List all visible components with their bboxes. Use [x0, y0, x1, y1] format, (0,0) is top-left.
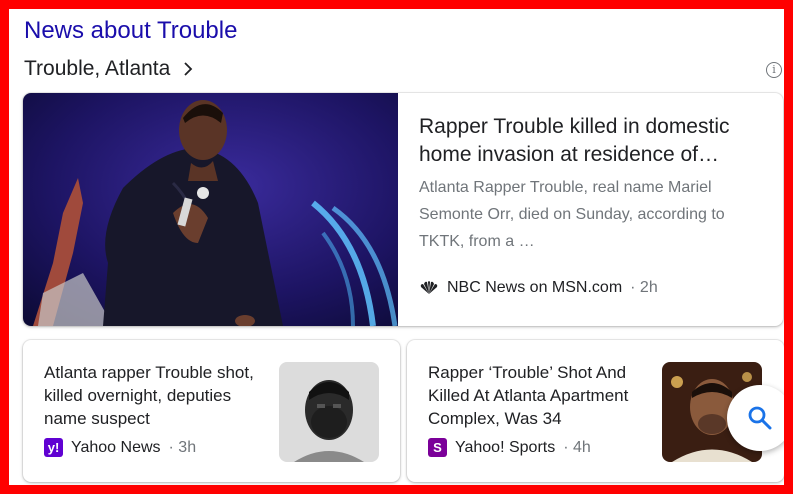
yahoo-news-logo-icon: y! — [44, 438, 63, 457]
source-name: NBC News on MSN.com — [447, 279, 623, 296]
source-name: Yahoo! Sports — [455, 438, 556, 456]
section-heading[interactable]: News about Trouble — [24, 17, 237, 45]
topic-link[interactable]: Trouble, Atlanta — [24, 57, 198, 81]
top-story-card[interactable]: Rapper Trouble killed in domestic home i… — [23, 93, 783, 326]
story-image-rapper-performing — [23, 93, 398, 326]
top-story-source: NBC News on MSN.com · 2h — [419, 279, 658, 297]
news-panel: News about Trouble Trouble, Atlanta i Ra… — [9, 9, 784, 485]
topic-label: Trouble, Atlanta — [24, 57, 171, 80]
top-story-snippet: Atlanta Rapper Trouble, real name Mariel… — [419, 179, 725, 250]
search-icon — [748, 406, 772, 430]
story-card[interactable]: Atlanta rapper Trouble shot, killed over… — [23, 340, 400, 482]
story-source: y! Yahoo News · 3h — [44, 438, 196, 457]
story-age: · 2h — [630, 279, 658, 296]
story-headline[interactable]: Atlanta rapper Trouble shot, killed over… — [44, 361, 264, 430]
story-source: S Yahoo! Sports · 4h — [428, 438, 591, 457]
info-icon[interactable]: i — [766, 62, 782, 78]
yahoo-sports-logo-icon: S — [428, 438, 447, 457]
story-age: · 4h — [563, 438, 591, 456]
nbc-peacock-icon — [420, 281, 438, 294]
search-button[interactable] — [727, 385, 784, 451]
story-age: · 3h — [168, 438, 197, 456]
story-thumbnail-portrait — [279, 362, 379, 462]
source-name: Yahoo News — [71, 438, 161, 456]
chevron-right-icon — [184, 62, 193, 76]
story-headline[interactable]: Rapper ‘Trouble’ Shot And Killed At Atla… — [428, 361, 648, 430]
top-story-headline[interactable]: Rapper Trouble killed in domestic home i… — [419, 113, 769, 169]
